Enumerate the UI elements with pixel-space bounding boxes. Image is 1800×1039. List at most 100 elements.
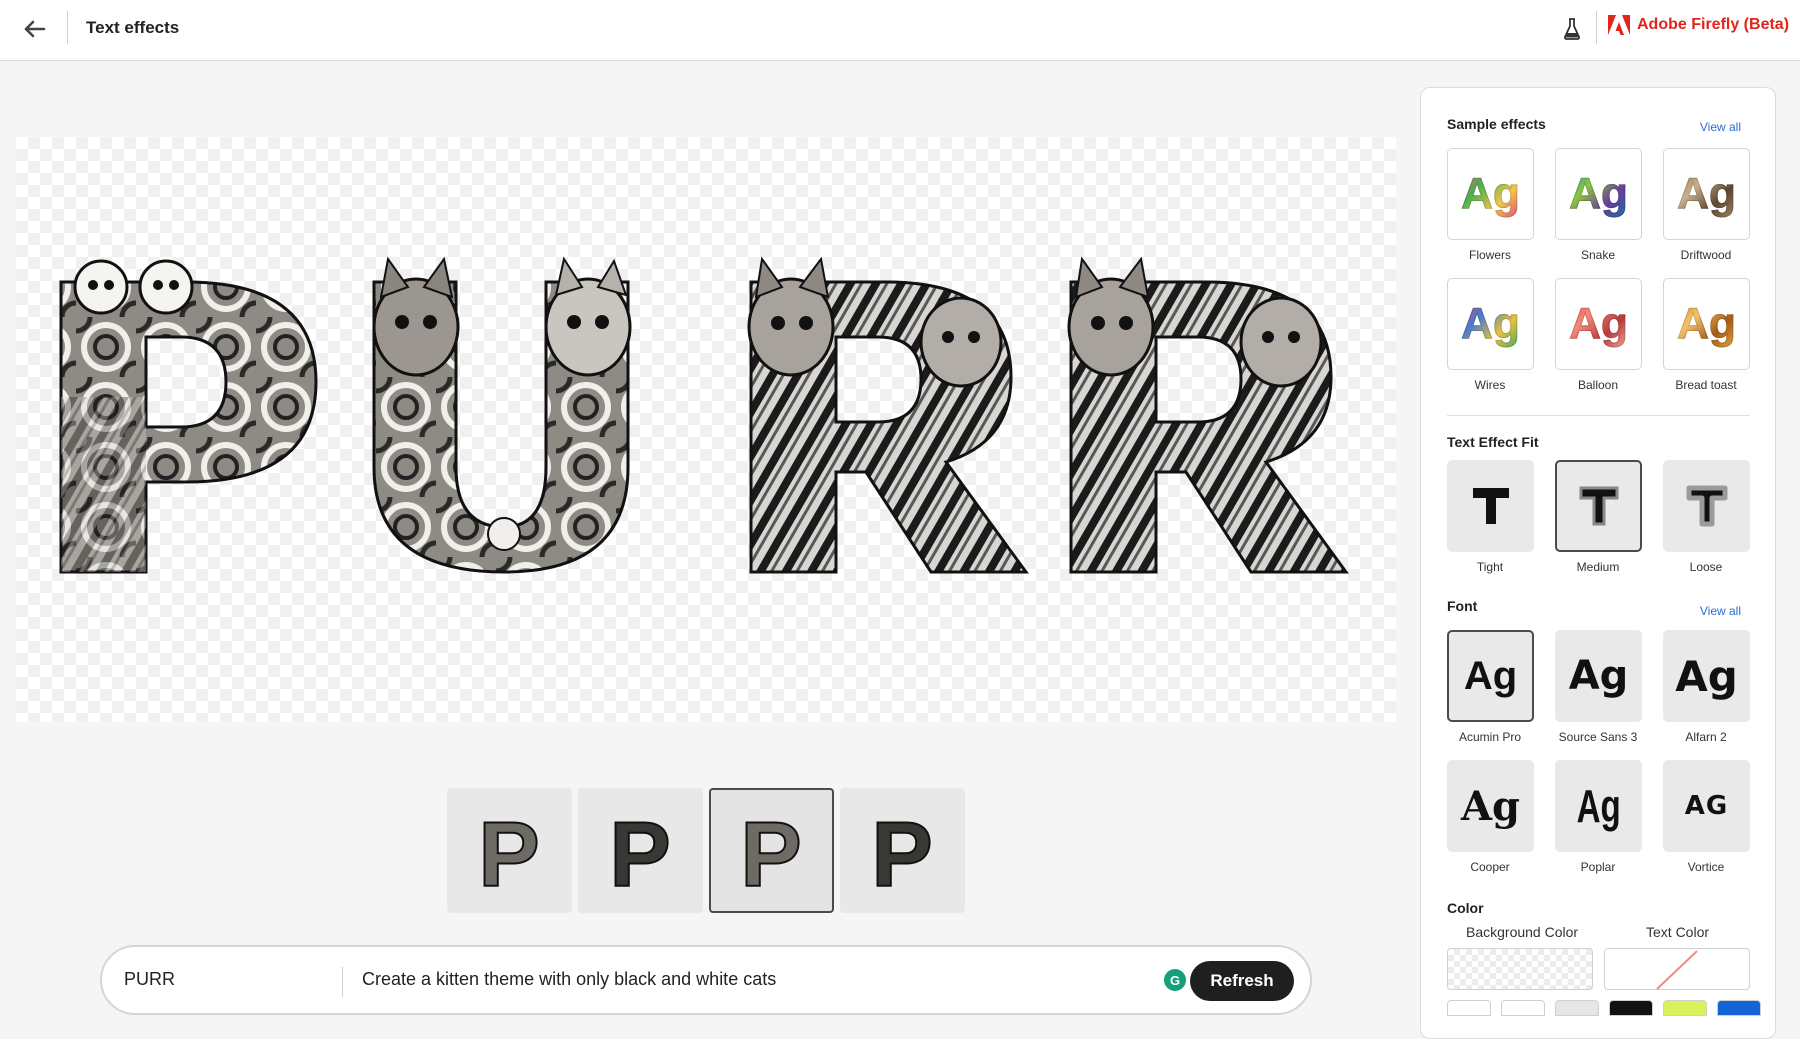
effect-driftwood-label: Driftwood: [1680, 248, 1732, 262]
t-loose-icon: [1686, 485, 1727, 527]
prompt-bar: G Refresh: [100, 945, 1312, 1015]
letter-r-second: [1067, 256, 1349, 574]
top-bar: Text effects Adobe Firefly (Beta): [0, 0, 1800, 61]
variation-thumb-1[interactable]: P: [447, 788, 572, 913]
effect-snake-glyph: Ag: [1569, 169, 1629, 219]
t-medium-icon: [1579, 486, 1618, 526]
svg-text:P: P: [478, 804, 539, 906]
color-swatch-1[interactable]: [1447, 1000, 1491, 1016]
color-swatch-4[interactable]: [1609, 1000, 1653, 1016]
font-source-sans-3[interactable]: Ag: [1555, 630, 1642, 722]
color-swatch-5[interactable]: [1663, 1000, 1707, 1016]
font-view-all-link[interactable]: View all: [1700, 604, 1741, 618]
effect-flowers[interactable]: Ag: [1447, 148, 1534, 240]
beaker-button[interactable]: [1560, 16, 1584, 42]
page-title: Text effects: [86, 18, 180, 37]
back-button[interactable]: [20, 14, 50, 44]
font-alfarn-2-label: Alfarn 2: [1685, 730, 1727, 744]
header-divider-right: [1596, 11, 1597, 44]
color-swatch-3[interactable]: [1555, 1000, 1599, 1016]
svg-text:P: P: [609, 804, 670, 906]
effect-bread-toast-label: Bread toast: [1675, 378, 1737, 392]
effect-wires[interactable]: Ag: [1447, 278, 1534, 370]
background-color-swatch[interactable]: [1447, 948, 1593, 990]
variation-thumb-4[interactable]: P: [840, 788, 965, 913]
effect-snake-label: Snake: [1580, 248, 1616, 262]
color-swatch-2[interactable]: [1501, 1000, 1545, 1016]
text-effect-canvas: [16, 137, 1396, 722]
effect-balloon[interactable]: Ag: [1555, 278, 1642, 370]
font-acumin-pro-glyph: Ag: [1463, 653, 1518, 698]
letter-r-first: [747, 256, 1029, 574]
font-cooper[interactable]: Ag: [1447, 760, 1534, 852]
effect-bread-toast-glyph: Ag: [1677, 299, 1737, 349]
fit-loose-label: Loose: [1689, 560, 1723, 574]
section-divider: [1447, 415, 1750, 416]
font-alfarn-2-glyph: Ag: [1675, 651, 1738, 701]
sample-effects-title: Sample effects: [1447, 116, 1546, 132]
t-tight-icon: [1472, 488, 1509, 524]
fit-medium-label: Medium: [1576, 560, 1620, 574]
effect-bread-toast[interactable]: Ag: [1663, 278, 1750, 370]
fit-medium-button[interactable]: [1555, 460, 1642, 552]
font-acumin-pro-label: Acumin Pro: [1458, 730, 1522, 744]
fit-loose-button[interactable]: [1663, 460, 1750, 552]
purr-artwork: [59, 256, 1349, 574]
effect-wires-label: Wires: [1474, 378, 1506, 392]
font-vortice-label: Vortice: [1687, 860, 1725, 874]
effect-snake[interactable]: Ag: [1555, 148, 1642, 240]
font-poplar-label: Poplar: [1580, 860, 1616, 874]
font-source-sans-3-glyph: Ag: [1568, 653, 1629, 699]
font-poplar[interactable]: Ag: [1555, 760, 1642, 852]
font-title: Font: [1447, 598, 1478, 614]
variation-letter-4: P: [870, 803, 933, 907]
color-swatch-6[interactable]: [1717, 1000, 1761, 1016]
text-input[interactable]: [124, 969, 324, 990]
text-color-label: Text Color: [1646, 924, 1710, 940]
effect-balloon-label: Balloon: [1577, 378, 1619, 392]
variation-letter-2: P: [608, 803, 671, 907]
no-color-slash-icon: [1656, 950, 1698, 990]
font-source-sans-3-label: Source Sans 3: [1558, 730, 1638, 744]
font-acumin-pro[interactable]: Ag: [1447, 630, 1534, 722]
brand-name: Adobe Firefly (Beta): [1637, 16, 1790, 33]
letter-p: [59, 259, 318, 574]
effect-flowers-label: Flowers: [1468, 248, 1511, 262]
letter-u: [372, 256, 632, 574]
text-color-swatch[interactable]: [1604, 948, 1750, 990]
font-vortice[interactable]: AG: [1663, 760, 1750, 852]
color-title: Color: [1447, 900, 1484, 916]
settings-panel: Sample effects View all Ag Flowers Ag Sn…: [1420, 87, 1776, 1039]
effect-driftwood-glyph: Ag: [1677, 169, 1737, 219]
arrow-left-icon: [24, 20, 46, 38]
refresh-button[interactable]: Refresh: [1190, 961, 1294, 1001]
variation-letter-1: P: [477, 803, 540, 907]
prompt-input[interactable]: [362, 969, 1142, 990]
effect-flowers-glyph: Ag: [1461, 169, 1521, 219]
text-effect-fit-title: Text Effect Fit: [1447, 434, 1539, 450]
effect-driftwood[interactable]: Ag: [1663, 148, 1750, 240]
font-alfarn-2[interactable]: Ag: [1663, 630, 1750, 722]
variation-strip: P P P P: [447, 788, 965, 913]
grammarly-icon[interactable]: G: [1164, 969, 1186, 991]
svg-text:P: P: [871, 804, 932, 906]
beaker-icon: [1564, 18, 1580, 40]
font-vortice-glyph: AG: [1684, 791, 1729, 821]
effect-wires-glyph: Ag: [1461, 299, 1521, 349]
variation-thumb-3[interactable]: P: [709, 788, 834, 913]
sample-effects-view-all-link[interactable]: View all: [1700, 120, 1741, 134]
header-divider: [67, 11, 68, 44]
fit-tight-label: Tight: [1476, 560, 1504, 574]
font-poplar-glyph: Ag: [1576, 780, 1621, 832]
background-color-label: Background Color: [1466, 924, 1579, 940]
adobe-logo-icon: [1608, 15, 1630, 35]
prompt-divider: [342, 967, 343, 997]
variation-thumb-2[interactable]: P: [578, 788, 703, 913]
fit-tight-button[interactable]: [1447, 460, 1534, 552]
font-cooper-label: Cooper: [1470, 860, 1510, 874]
brand-link[interactable]: Adobe Firefly (Beta): [1608, 15, 1789, 35]
effect-balloon-glyph: Ag: [1569, 299, 1629, 349]
font-cooper-glyph: Ag: [1460, 782, 1520, 830]
svg-text:P: P: [740, 804, 801, 906]
variation-letter-3: P: [739, 803, 802, 907]
